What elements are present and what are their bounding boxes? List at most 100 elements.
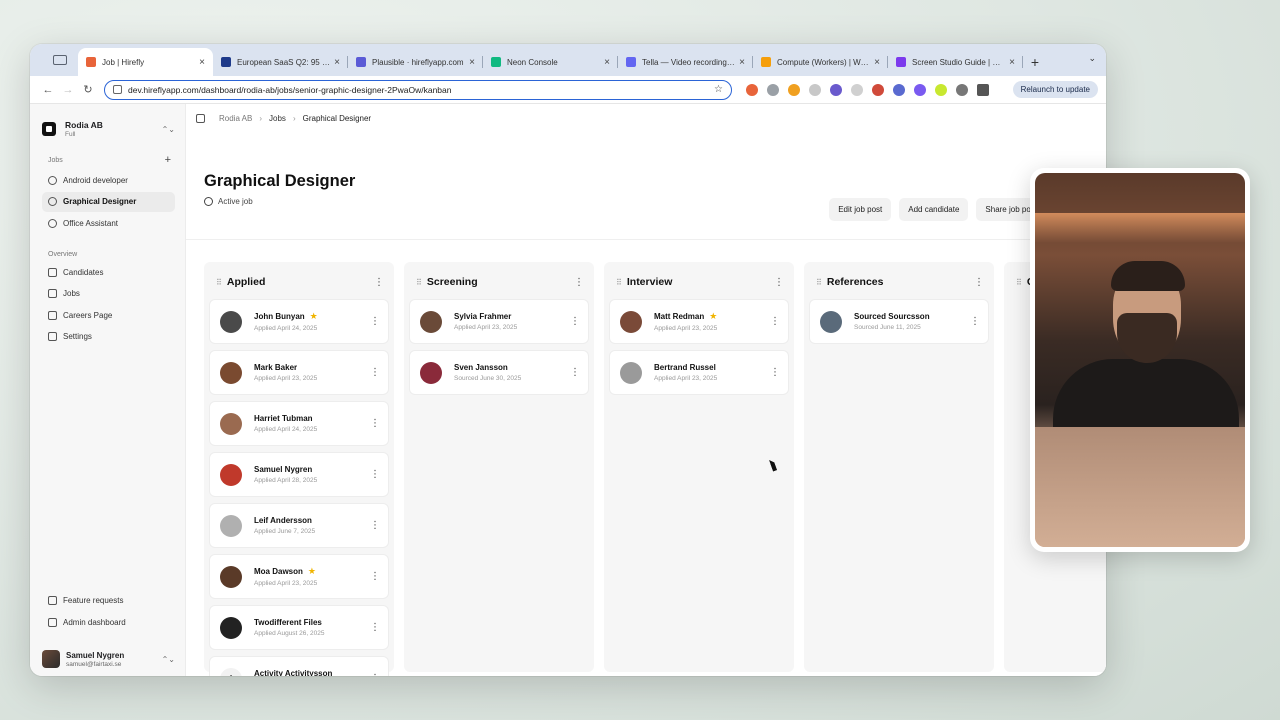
candidate-name: Sourced Sourcsson bbox=[854, 312, 970, 321]
drag-handle-icon[interactable]: ⠿ bbox=[816, 278, 822, 287]
browser-tab[interactable]: Neon Console × bbox=[483, 48, 618, 76]
candidate-name-text: Bertrand Russel bbox=[654, 363, 716, 372]
column-menu-icon[interactable]: ⋮ bbox=[574, 277, 584, 288]
card-menu-icon[interactable]: ⋮ bbox=[770, 367, 780, 378]
candidate-card[interactable]: Mark Baker Applied April 23, 2025 ⋮ bbox=[210, 351, 388, 394]
tab-search-button[interactable] bbox=[42, 48, 78, 72]
candidate-card[interactable]: Moa Dawson ★ Applied April 23, 2025 ⋮ bbox=[210, 555, 388, 598]
sidebar-item-careers-page[interactable]: Careers Page bbox=[42, 305, 175, 325]
card-menu-icon[interactable]: ⋮ bbox=[570, 367, 580, 378]
extension-icon[interactable] bbox=[935, 83, 947, 96]
kanban-board: ⠿ Applied ⋮ John Bunyan ★ Applied April 24, 2… bbox=[204, 262, 1106, 676]
extension-icon[interactable] bbox=[809, 83, 821, 96]
sidebar-item-android-developer[interactable]: Android developer bbox=[42, 170, 175, 190]
reload-button[interactable]: ↻ bbox=[78, 83, 98, 96]
close-tab-icon[interactable]: × bbox=[874, 57, 880, 68]
candidate-name: Sylvia Frahmer bbox=[454, 312, 570, 321]
back-button[interactable]: ← bbox=[38, 84, 58, 96]
add-candidate-button[interactable]: Add candidate bbox=[899, 198, 969, 221]
candidate-card[interactable]: Leif Andersson Applied June 7, 2025 ⋮ bbox=[210, 504, 388, 547]
candidate-card[interactable]: Samuel Nygren Applied April 28, 2025 ⋮ bbox=[210, 453, 388, 496]
site-info-icon[interactable] bbox=[113, 85, 122, 94]
candidate-card[interactable]: Sven Jansson Sourced June 30, 2025 ⋮ bbox=[410, 351, 588, 394]
card-menu-icon[interactable]: ⋮ bbox=[770, 316, 780, 327]
candidate-card[interactable]: Sylvia Frahmer Applied April 23, 2025 ⋮ bbox=[410, 300, 588, 343]
column-menu-icon[interactable]: ⋮ bbox=[974, 277, 984, 288]
drag-handle-icon[interactable]: ⠿ bbox=[216, 278, 222, 287]
card-menu-icon[interactable]: ⋮ bbox=[370, 469, 380, 480]
extension-icon[interactable] bbox=[914, 83, 926, 96]
close-tab-icon[interactable]: × bbox=[199, 57, 205, 68]
column-menu-icon[interactable]: ⋮ bbox=[774, 277, 784, 288]
candidate-card[interactable]: Harriet Tubman Applied April 24, 2025 ⋮ bbox=[210, 402, 388, 445]
sidebar-item-feature-requests[interactable]: Feature requests bbox=[42, 591, 175, 611]
reading-list-icon[interactable] bbox=[977, 83, 989, 96]
user-menu[interactable]: Samuel Nygren samuel@fairtaxi.se ⌃⌄ bbox=[42, 642, 175, 676]
sidebar-item-office-assistant[interactable]: Office Assistant bbox=[42, 213, 175, 233]
card-menu-icon[interactable]: ⋮ bbox=[370, 367, 380, 378]
tab-strip: Job | Hirefly × European SaaS Q2: 95 Con × P… bbox=[30, 44, 1106, 76]
sidebar-item-settings[interactable]: Settings bbox=[42, 327, 175, 347]
extension-icon[interactable] bbox=[851, 83, 863, 96]
edit-job-post-button[interactable]: Edit job post bbox=[829, 198, 892, 221]
candidate-card[interactable]: Bertrand Russel Applied April 23, 2025 ⋮ bbox=[610, 351, 788, 394]
breadcrumb-org[interactable]: Rodia AB bbox=[219, 114, 252, 123]
close-tab-icon[interactable]: × bbox=[604, 57, 610, 68]
card-menu-icon[interactable]: ⋮ bbox=[370, 622, 380, 633]
tab-favicon-icon bbox=[491, 57, 501, 67]
nav-icon bbox=[48, 596, 57, 605]
drag-handle-icon[interactable]: ⠿ bbox=[616, 278, 622, 287]
card-menu-icon[interactable]: ⋮ bbox=[970, 316, 980, 327]
card-menu-icon[interactable]: ⋮ bbox=[370, 571, 380, 582]
mail-extension-icon[interactable] bbox=[893, 83, 905, 96]
close-tab-icon[interactable]: × bbox=[1009, 57, 1015, 68]
close-tab-icon[interactable]: × bbox=[739, 57, 745, 68]
new-tab-button[interactable]: + bbox=[1023, 54, 1047, 70]
extension-icon[interactable] bbox=[746, 83, 758, 96]
browser-tab[interactable]: European SaaS Q2: 95 Con × bbox=[213, 48, 348, 76]
sidebar-item-jobs[interactable]: Jobs bbox=[42, 284, 175, 304]
sidebar-item-candidates[interactable]: Candidates bbox=[42, 262, 175, 282]
bookmark-star-icon[interactable]: ☆ bbox=[714, 84, 723, 95]
tab-title: European SaaS Q2: 95 Con bbox=[237, 57, 331, 67]
tab-dropdown-icon[interactable]: ⌄ bbox=[1088, 53, 1096, 64]
candidate-avatar bbox=[220, 565, 242, 588]
candidate-card[interactable]: A Activity ActivityssonApplied August 26,… bbox=[210, 657, 388, 676]
close-tab-icon[interactable]: × bbox=[334, 57, 340, 68]
candidate-card[interactable]: Matt Redman ★ Applied April 23, 2025 ⋮ bbox=[610, 300, 788, 343]
camera-extension-icon[interactable] bbox=[767, 83, 779, 96]
add-job-icon[interactable]: + bbox=[165, 154, 171, 166]
column-menu-icon[interactable]: ⋮ bbox=[374, 277, 384, 288]
card-menu-icon[interactable]: ⋮ bbox=[570, 316, 580, 327]
browser-tab[interactable]: Screen Studio Guide | Scre × bbox=[888, 48, 1023, 76]
drag-handle-icon[interactable]: ⠿ bbox=[1016, 278, 1022, 287]
sidebar-item-admin-dashboard[interactable]: Admin dashboard bbox=[42, 612, 175, 632]
card-menu-icon[interactable]: ⋮ bbox=[370, 418, 380, 429]
forward-button[interactable]: → bbox=[58, 84, 78, 96]
browser-tab[interactable]: Tella — Video recording for × bbox=[618, 48, 753, 76]
card-menu-icon[interactable]: ⋮ bbox=[370, 673, 380, 676]
card-menu-icon[interactable]: ⋮ bbox=[370, 520, 380, 531]
relaunch-button[interactable]: Relaunch to update bbox=[1012, 81, 1098, 98]
candidate-card[interactable]: Sourced Sourcsson Sourced June 11, 2025 ⋮ bbox=[810, 300, 988, 343]
toggle-sidebar-icon[interactable] bbox=[196, 113, 205, 123]
puzzle-extensions-icon[interactable] bbox=[956, 83, 968, 96]
candidate-card[interactable]: Twodifferent Files Applied August 26, 202… bbox=[210, 606, 388, 649]
drag-handle-icon[interactable]: ⠿ bbox=[416, 278, 422, 287]
browser-tab[interactable]: Job | Hirefly × bbox=[78, 48, 213, 76]
breadcrumb-jobs[interactable]: Jobs bbox=[269, 114, 286, 123]
close-tab-icon[interactable]: × bbox=[469, 57, 475, 68]
org-switcher[interactable]: Rodia AB Full ⌃⌄ bbox=[42, 116, 175, 142]
card-menu-icon[interactable]: ⋮ bbox=[370, 316, 380, 327]
star-icon: ★ bbox=[709, 311, 718, 321]
pen-extension-icon[interactable] bbox=[788, 83, 800, 96]
browser-tab[interactable]: Plausible · hireflyapp.com × bbox=[348, 48, 483, 76]
browser-tab[interactable]: Compute (Workers) | Worke × bbox=[753, 48, 888, 76]
tab-list: Job | Hirefly × European SaaS Q2: 95 Con × P… bbox=[78, 48, 1023, 76]
address-bar[interactable]: dev.hireflyapp.com/dashboard/rodia-ab/jo… bbox=[104, 79, 732, 100]
sidebar-item-graphical-designer[interactable]: Graphical Designer bbox=[42, 191, 175, 212]
candidate-card[interactable]: John Bunyan ★ Applied April 24, 2025 ⋮ bbox=[210, 300, 388, 343]
extension-icon[interactable] bbox=[830, 83, 842, 96]
candidate-name: Harriet Tubman bbox=[254, 414, 370, 423]
extension-icon[interactable] bbox=[872, 83, 884, 96]
